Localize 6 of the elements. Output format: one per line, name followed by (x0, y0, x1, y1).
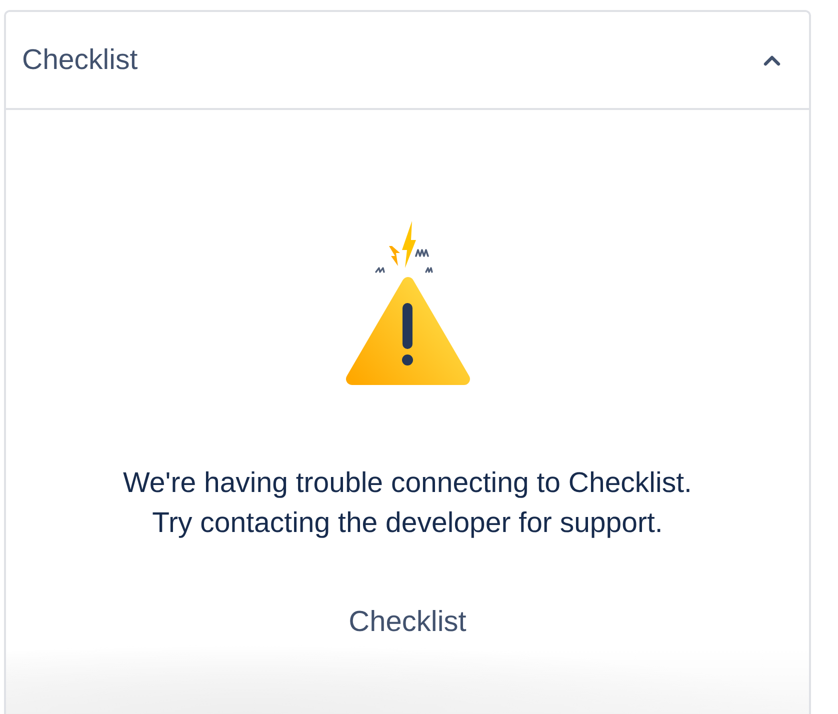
error-message-line: We're having trouble connecting to Checklist. (123, 466, 692, 501)
panel-title: Checklist (22, 43, 138, 77)
warning-icon (344, 220, 470, 385)
checklist-link[interactable]: Checklist (348, 605, 466, 639)
chevron-up-icon[interactable] (763, 54, 781, 66)
error-message-line: Try contacting the developer for support. (152, 506, 663, 541)
